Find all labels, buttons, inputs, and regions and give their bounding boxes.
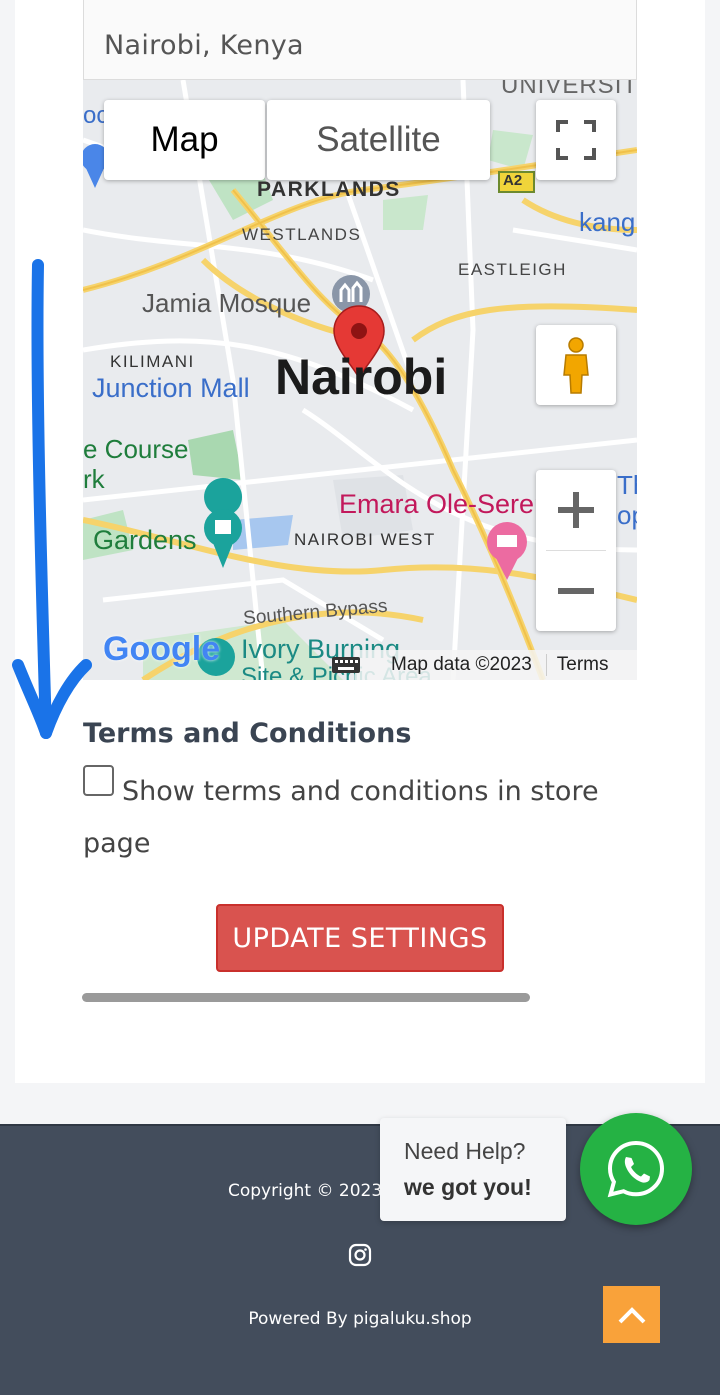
map-label-nairobi-west: NAIROBI WEST	[294, 530, 436, 549]
map-type-map-tab[interactable]: Map	[104, 100, 265, 180]
map-label-th: Th	[617, 470, 637, 500]
help-bubble[interactable]: Need Help? we got you!	[380, 1118, 566, 1221]
map-label-westlands: WESTLANDS	[242, 225, 362, 244]
map-label-parklands: PARKLANDS	[257, 178, 401, 201]
map-view[interactable]: UNIVERSIT oc PARKLANDS A2 kang WESTLANDS…	[83, 80, 637, 680]
chevron-up-icon	[618, 1306, 645, 1323]
map-label-op: op	[617, 500, 637, 530]
fullscreen-button[interactable]	[536, 100, 616, 180]
address-field[interactable]: Nairobi, Kenya	[83, 0, 637, 80]
pegman-icon	[563, 337, 589, 394]
map-attribution: Map data ©2023 Terms	[332, 650, 637, 680]
zoom-out-icon[interactable]	[536, 551, 616, 631]
map-label-city: Nairobi	[275, 349, 448, 405]
street-view-pegman[interactable]	[536, 325, 616, 405]
help-line1: Need Help?	[404, 1138, 526, 1164]
map-type-satellite-tab[interactable]: Satellite	[267, 100, 490, 180]
zoom-in-icon[interactable]	[536, 470, 616, 550]
map-label-jamia: Jamia Mosque	[142, 288, 312, 318]
map-label-kang: kang	[579, 207, 636, 237]
zoom-control	[536, 470, 616, 631]
map-label-eastleigh: EASTLEIGH	[458, 260, 567, 279]
terms-section-title: Terms and Conditions	[83, 718, 412, 749]
map-label-a2: A2	[503, 172, 523, 189]
help-line2: we got you!	[404, 1174, 532, 1200]
scroll-to-top-button[interactable]	[603, 1286, 660, 1343]
map-label-university: UNIVERSIT	[501, 80, 637, 99]
keyboard-icon[interactable]	[331, 656, 361, 674]
terms-checkbox-label[interactable]: Show terms and conditions in store page	[83, 766, 643, 870]
update-settings-button[interactable]: UPDATE SETTINGS	[216, 904, 504, 972]
horizontal-scrollbar[interactable]	[82, 993, 530, 1002]
scroll-down-arrow-annotation	[12, 259, 92, 739]
whatsapp-icon	[607, 1140, 665, 1198]
map-label-gardens: Gardens	[93, 525, 197, 555]
whatsapp-button[interactable]	[580, 1113, 692, 1225]
copyright-text: Copyright © 2023 |	[228, 1181, 394, 1201]
map-label-kilimani: KILIMANI	[110, 352, 195, 371]
google-logo: Google	[103, 630, 221, 668]
map-label-junction: Junction Mall	[92, 373, 250, 403]
fullscreen-icon	[556, 120, 596, 160]
map-data-text: Map data ©2023	[391, 654, 532, 675]
terms-checkbox[interactable]	[83, 765, 114, 796]
map-label-emara: Emara Ole-Seren	[339, 489, 550, 519]
map-terms-link[interactable]: Terms	[545, 654, 609, 676]
address-value: Nairobi, Kenya	[104, 30, 304, 61]
instagram-icon[interactable]	[348, 1243, 372, 1267]
